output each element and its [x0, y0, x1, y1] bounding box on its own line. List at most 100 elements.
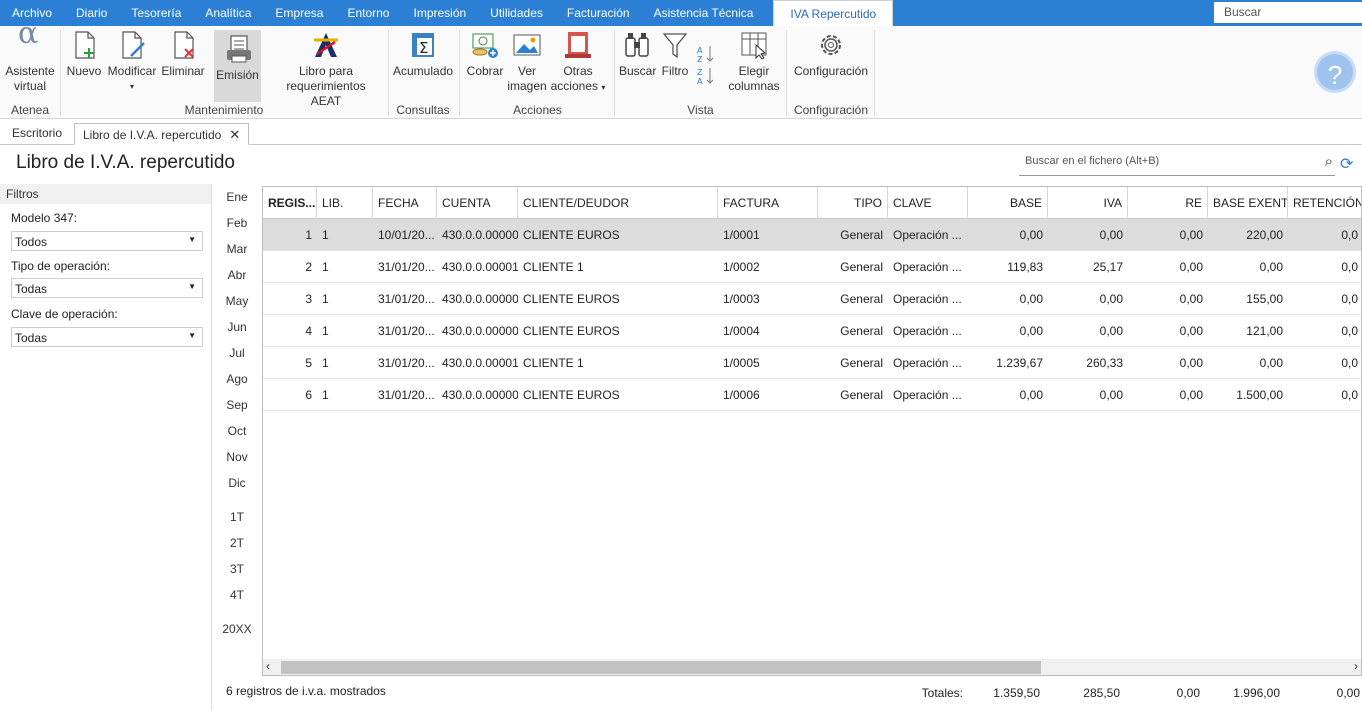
menu-entorno[interactable]: Entorno — [335, 0, 401, 26]
quarter-4t[interactable]: 4T — [214, 588, 260, 602]
new-document-icon — [69, 30, 99, 60]
col-header-factura[interactable]: FACTURA — [718, 187, 818, 219]
page-title: Libro de I.V.A. repercutido — [16, 152, 235, 173]
table-row[interactable]: 5 1 31/01/20... 430.0.0.00001 CLIENTE 1 … — [263, 347, 1361, 379]
horizontal-scrollbar[interactable]: ‹ › — [263, 659, 1361, 675]
sort-az-icon[interactable]: AZ — [696, 44, 716, 64]
table-row[interactable]: 6 1 31/01/20... 430.0.0.00000 CLIENTE EU… — [263, 379, 1361, 411]
month-sep[interactable]: Sep — [214, 398, 260, 412]
col-header-tipo[interactable]: TIPO — [818, 187, 888, 219]
year-selector[interactable]: 20XX — [214, 622, 260, 636]
menu-diario[interactable]: Diario — [64, 0, 119, 26]
libro-aeat-button[interactable]: Libro para requerimientos AEAT — [270, 30, 382, 109]
scrollbar-thumb[interactable] — [281, 661, 1041, 674]
menu-asistencia-tecnica[interactable]: Asistencia Técnica — [642, 0, 766, 26]
menu-impresion[interactable]: Impresión — [401, 0, 478, 26]
eliminar-button[interactable]: Eliminar — [161, 30, 205, 79]
menu-utilidades[interactable]: Utilidades — [478, 0, 555, 26]
col-header-registro[interactable]: REGIS... — [263, 187, 317, 219]
tipo-operacion-select[interactable]: Todas ▼ — [11, 278, 203, 298]
col-header-base[interactable]: BASE — [968, 187, 1048, 219]
sort-za-icon[interactable]: ZA — [696, 66, 716, 86]
group-vista: Vista — [687, 103, 714, 117]
menu-empresa[interactable]: Empresa — [263, 0, 335, 26]
month-jul[interactable]: Jul — [214, 346, 260, 360]
month-jun[interactable]: Jun — [214, 320, 260, 334]
file-search-input[interactable]: Buscar en el fichero (Alt+B) ⌕ — [1019, 152, 1335, 176]
quarter-2t[interactable]: 2T — [214, 536, 260, 550]
clave-operacion-select[interactable]: Todas ▼ — [11, 327, 203, 347]
clave-operacion-label: Clave de operación: — [11, 307, 118, 321]
table-row[interactable]: 3 1 31/01/20... 430.0.0.00000 CLIENTE EU… — [263, 283, 1361, 315]
month-ene[interactable]: Ene — [214, 190, 260, 204]
col-header-fecha[interactable]: FECHA — [373, 187, 437, 219]
asistente-virtual-button[interactable]: α Asistente virtual — [4, 16, 56, 94]
acumulado-button[interactable]: Σ Acumulado — [393, 30, 453, 79]
refresh-icon[interactable]: ⟳ — [1340, 154, 1353, 174]
nuevo-button[interactable]: Nuevo — [66, 30, 102, 79]
table-header: REGIS... LIB. FECHA CUENTA CLIENTE/DEUDO… — [263, 187, 1361, 219]
month-abr[interactable]: Abr — [214, 268, 260, 282]
month-dic[interactable]: Dic — [214, 476, 260, 490]
col-header-base-exenta[interactable]: BASE EXENTA — [1208, 187, 1288, 219]
col-header-cuenta[interactable]: CUENTA — [437, 187, 518, 219]
modificar-button[interactable]: Modificar ▾ — [106, 30, 158, 94]
elegir-columnas-button[interactable]: Elegir columnas — [726, 30, 782, 94]
total-base: 1.359,50 — [993, 686, 1040, 700]
col-header-retencion[interactable]: RETENCIÓN — [1288, 187, 1361, 219]
gear-icon — [816, 30, 846, 60]
menu-facturacion[interactable]: Facturación — [555, 0, 642, 26]
table-row[interactable]: 2 1 31/01/20... 430.0.0.00001 CLIENTE 1 … — [263, 251, 1361, 283]
month-nov[interactable]: Nov — [214, 450, 260, 464]
chevron-down-icon: ▾ — [129, 82, 134, 91]
ver-imagen-button[interactable]: Ver imagen — [507, 30, 547, 94]
scroll-left-icon[interactable]: ‹ — [266, 659, 270, 673]
col-header-lib[interactable]: LIB. — [317, 187, 373, 219]
col-header-clave[interactable]: CLAVE — [888, 187, 968, 219]
search-icon[interactable]: ⌕ — [1325, 153, 1333, 170]
cobrar-button[interactable]: Cobrar — [465, 30, 505, 79]
tab-escritorio[interactable]: Escritorio — [4, 123, 70, 145]
quarter-3t[interactable]: 3T — [214, 562, 260, 576]
global-search-input[interactable]: Buscar — [1214, 2, 1362, 23]
help-icon[interactable]: ? — [1314, 51, 1356, 93]
alpha-icon: α — [18, 16, 39, 51]
close-icon[interactable]: ✕ — [229, 127, 240, 142]
iva-table: REGIS... LIB. FECHA CUENTA CLIENTE/DEUDO… — [262, 186, 1362, 676]
scroll-right-icon[interactable]: › — [1354, 659, 1358, 673]
total-re: 0,00 — [1176, 686, 1200, 700]
col-header-cliente[interactable]: CLIENTE/DEUDOR — [518, 187, 718, 219]
modelo-347-select[interactable]: Todos ▼ — [11, 231, 203, 251]
group-mantenimiento: Mantenimiento — [184, 103, 264, 117]
binoculars-icon — [622, 30, 652, 60]
emision-button[interactable]: Emisión — [214, 30, 261, 102]
filtro-button[interactable]: Filtro — [659, 30, 691, 79]
menu-tesoreria[interactable]: Tesorería — [119, 0, 193, 26]
svg-text:Z: Z — [697, 55, 703, 64]
menu-analitica[interactable]: Analítica — [193, 0, 263, 26]
delete-document-icon — [168, 30, 198, 60]
col-header-re[interactable]: RE — [1128, 187, 1208, 219]
otras-acciones-button[interactable]: Otras acciones ▾ — [549, 30, 607, 95]
month-may[interactable]: May — [214, 294, 260, 308]
table-row[interactable]: 1 1 10/01/20... 430.0.0.00000 CLIENTE EU… — [263, 219, 1361, 251]
record-count-status: 6 registros de i.v.a. mostrados — [226, 684, 386, 698]
columns-grid-icon — [739, 30, 769, 60]
menu-bar: Archivo Diario Tesorería Analítica Empre… — [0, 0, 1362, 26]
table-row[interactable]: 4 1 31/01/20... 430.0.0.00000 CLIENTE EU… — [263, 315, 1361, 347]
document-tabs: Escritorio Libro de I.V.A. repercutido ✕ — [0, 120, 1362, 145]
group-consultas: Consultas — [396, 103, 450, 117]
menu-iva-repercutido[interactable]: IVA Repercutido — [773, 0, 894, 26]
month-oct[interactable]: Oct — [214, 424, 260, 438]
col-header-iva[interactable]: IVA — [1048, 187, 1128, 219]
print-list-icon — [223, 34, 253, 64]
month-feb[interactable]: Feb — [214, 216, 260, 230]
books-icon — [563, 30, 593, 60]
buscar-button[interactable]: Buscar — [619, 30, 656, 79]
month-mar[interactable]: Mar — [214, 242, 260, 256]
svg-text:Z: Z — [697, 68, 703, 77]
tab-libro-iva-repercutido[interactable]: Libro de I.V.A. repercutido ✕ — [74, 123, 250, 145]
quarter-1t[interactable]: 1T — [214, 510, 260, 524]
month-ago[interactable]: Ago — [214, 372, 260, 386]
configuracion-button[interactable]: Configuración — [791, 30, 871, 79]
